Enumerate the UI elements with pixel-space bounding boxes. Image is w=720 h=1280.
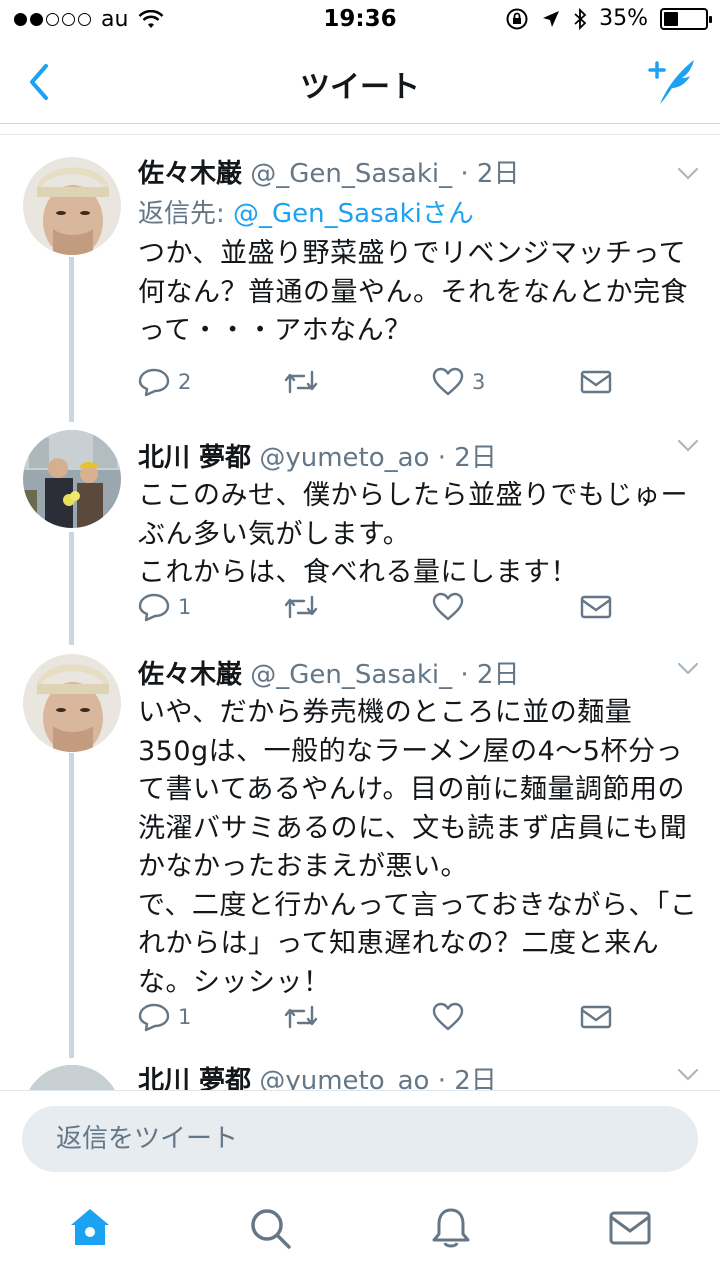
user-handle[interactable]: @_Gen_Sasaki_ [250,660,452,690]
tweet-header: 佐々木巌 @_Gen_Sasaki_ · 2日 [138,153,519,190]
tweet-text: ここのみせ、僕からしたら並盛りでもじゅーぶん多い気がします。 これからは、食べれ… [138,480,688,588]
tweet-text: つか、並盛り野菜盛りでリベンジマッチって何なん？普通の量やん。それをなんとか完食… [138,238,688,346]
battery-icon [660,7,712,30]
retweet-icon [284,595,318,619]
user-handle[interactable]: @yumeto_ao [259,443,429,473]
reply-button[interactable]: 1 [138,1000,191,1034]
reply-count: 1 [178,1005,192,1029]
like-count: 3 [472,370,486,394]
tweet-actions: 2 3 [138,365,618,399]
chevron-down-icon[interactable] [676,658,700,678]
retweet-icon [284,370,318,394]
battery-percent: 35% [599,6,648,31]
like-button[interactable] [432,1000,472,1034]
message-button[interactable] [580,590,612,624]
envelope-icon [580,370,612,394]
compose-tweet-icon[interactable] [646,54,700,108]
bluetooth-icon [574,7,587,30]
retweet-button[interactable] [284,590,326,624]
heart-icon [432,1002,464,1031]
message-button[interactable] [580,365,612,399]
tweet-header: 北川 夢都 @yumeto_ao · 2日 [138,1060,497,1090]
envelope-icon [580,1005,612,1029]
avatar[interactable] [23,430,121,528]
reply-count: 2 [178,370,192,394]
rotation-lock-icon [506,8,528,29]
reply-mention[interactable]: @_Gen_Sasakiさん [233,199,474,229]
reply-count: 1 [178,595,192,619]
reply-icon [138,593,170,622]
avatar[interactable] [23,1065,121,1090]
display-name[interactable]: 佐々木巌 [138,660,242,690]
reply-composer [0,1090,720,1186]
avatar[interactable] [23,157,121,255]
retweet-button[interactable] [284,365,326,399]
tweet-header: 北川 夢都 @yumeto_ao · 2日 [138,437,497,474]
tweet-actions: 1 [138,590,618,624]
display-name[interactable]: 佐々木巌 [138,159,242,189]
tweet-time: · 2日 [437,1066,497,1090]
like-button[interactable]: 3 [432,365,485,399]
tweet-time: · 2日 [460,660,520,690]
retweet-button[interactable] [284,1000,326,1034]
display-name[interactable]: 北川 夢都 [138,443,251,473]
reply-icon [138,1003,170,1032]
tweet-header: 佐々木巌 @_Gen_Sasaki_ · 2日 [138,654,519,691]
tweet-actions: 1 [138,1000,618,1034]
reply-button[interactable]: 2 [138,365,191,399]
envelope-icon [580,595,612,619]
chevron-down-icon[interactable] [676,435,700,455]
battery-fill [664,11,678,26]
status-bar: au 19:36 35% [0,0,720,40]
tweet-time: · 2日 [437,443,497,473]
status-right: 35% [505,6,712,31]
display-name[interactable]: 北川 夢都 [138,1066,251,1090]
avatar[interactable] [23,654,121,752]
user-handle[interactable]: @yumeto_ao [259,1066,429,1090]
heart-icon [432,367,464,396]
chevron-down-icon[interactable] [676,1064,700,1084]
messages-icon[interactable] [608,1206,652,1250]
retweet-icon [284,1005,318,1029]
tweet-item[interactable]: 北川 夢都 @yumeto_ao · 2日 ここのみせ、僕からしたら並盛りでもじ… [0,425,720,650]
chevron-down-icon[interactable] [676,163,700,183]
tab-bar [0,1186,720,1280]
notifications-icon[interactable] [429,1206,473,1250]
page-title: ツイート [300,70,420,105]
reply-button[interactable]: 1 [138,590,191,624]
tweet-item[interactable]: 佐々木巌 @_Gen_Sasaki_ · 2日 いや、だから券売機のところに並の… [0,650,720,1060]
message-button[interactable] [580,1000,612,1034]
tweet-time: · 2日 [460,159,520,189]
reply-input[interactable] [22,1106,698,1172]
search-icon[interactable] [248,1206,292,1250]
user-handle[interactable]: @_Gen_Sasaki_ [250,159,452,189]
tweet-item[interactable]: 北川 夢都 @yumeto_ao · 2日 [0,1060,720,1090]
location-arrow-icon [543,10,560,27]
tweet-text: いや、だから券売機のところに並の麺量350gは、一般的なラーメン屋の4〜5杯分っ… [138,697,698,998]
nav-bar: ツイート [0,40,720,124]
tweet-item[interactable]: 佐々木巌 @_Gen_Sasaki_ · 2日 返信先: @_Gen_Sasak… [0,135,720,425]
reply-context: 返信先: @_Gen_Sasakiさん [138,193,474,230]
reply-label: 返信先: [138,199,234,229]
heart-icon [432,592,464,621]
reply-icon [138,368,170,397]
like-button[interactable] [432,590,472,624]
tweet-timeline: 佐々木巌 @_Gen_Sasaki_ · 2日 返信先: @_Gen_Sasak… [0,135,720,1090]
home-icon[interactable] [68,1206,112,1250]
